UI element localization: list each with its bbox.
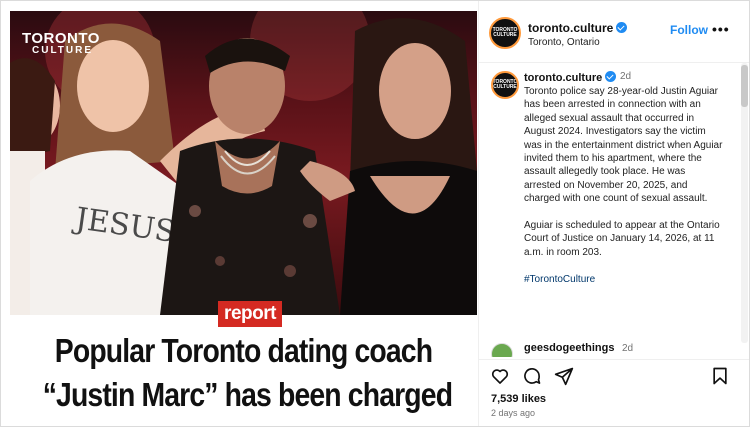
share-icon[interactable] [554,366,574,386]
post-age: 2 days ago [491,408,536,418]
follow-button[interactable]: Follow [670,23,708,37]
hashtag-link[interactable]: #TorontoCulture [524,274,595,285]
watermark-line1: TORONTO [22,30,100,47]
commenter-username[interactable]: geesdogeethings [524,342,614,354]
post-header: TORONTO CULTURE toronto.culture Toronto,… [479,11,749,61]
comment-timestamp: 2d [622,343,634,354]
post-window: JESUS SAVES TO [0,0,750,427]
post-media[interactable]: JESUS SAVES TO [10,11,477,426]
account-username: toronto.culture [528,21,614,35]
post-sidebar: TORONTO CULTURE toronto.culture Toronto,… [478,1,749,426]
caption-scroll-area[interactable]: TORONTO CULTURE toronto.culture 2d Toron… [479,63,741,343]
headline-line2: “Justin Marc” has been charged [42,376,453,413]
caption-text: Toronto police say 28-year-old Justin Ag… [524,85,724,299]
actions-divider [479,359,749,360]
likes-count[interactable]: 7,539 likes [491,393,546,405]
heart-icon[interactable] [490,366,510,386]
photo-illustration: JESUS SAVES [10,11,477,315]
caption-timestamp: 2d [620,71,632,82]
watermark-line2: CULTURE [32,45,94,56]
comment-icon[interactable] [522,366,542,386]
post-location[interactable]: Toronto, Ontario [528,37,600,48]
account-avatar[interactable]: TORONTO CULTURE [489,17,521,49]
caption-paragraph-1: Toronto police say 28-year-old Justin Ag… [524,86,723,205]
comment-row: geesdogeethings 2d [479,341,741,357]
brand-watermark: TORONTO CULTURE [22,31,100,56]
account-username-link[interactable]: toronto.culture [528,21,628,35]
verified-badge-icon [616,22,628,33]
post-photo: JESUS SAVES TO [10,11,477,315]
caption-scrollbar[interactable] [741,63,748,343]
caption-avatar[interactable]: TORONTO CULTURE [491,71,519,99]
avatar-logo-text: TORONTO CULTURE [492,27,518,38]
caption-username-link[interactable]: toronto.culture [524,71,617,84]
post-headline: Popular Toronto dating coach “Justin Mar… [10,329,477,417]
commenter-avatar[interactable] [491,343,513,357]
more-options-icon[interactable]: ••• [712,21,730,37]
scrollbar-thumb[interactable] [741,65,748,107]
caption-verified-badge-icon [605,71,617,82]
caption-avatar-logo-text: TORONTO CULTURE [492,79,518,90]
action-bar [479,363,749,389]
caption-paragraph-2: Aguiar is scheduled to appear at the Ont… [524,220,720,258]
report-badge: report [218,301,282,327]
caption-username: toronto.culture [524,72,603,84]
headline-line1: Popular Toronto dating coach [54,332,433,369]
bookmark-icon[interactable] [710,366,730,386]
